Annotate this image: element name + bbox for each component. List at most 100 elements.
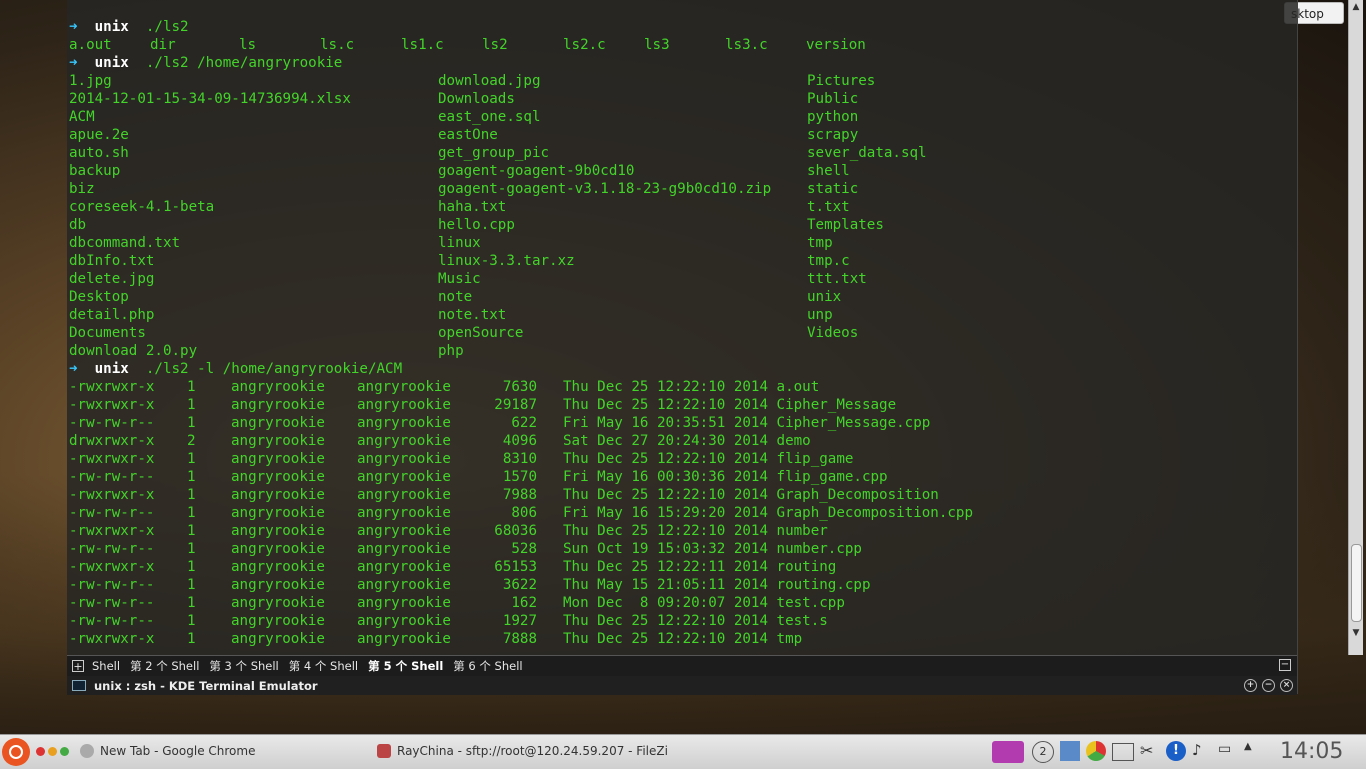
file-permissions: -rw-rw-r-- [69, 541, 155, 557]
file-date: Thu Dec 25 12:22:10 2014 [563, 397, 768, 413]
file-entry: version [806, 37, 866, 53]
close-window-icon[interactable]: × [1280, 679, 1293, 692]
file-permissions: -rwxrwxr-x [69, 523, 155, 539]
file-name: Cipher_Message [776, 397, 897, 413]
workspace-switcher-icon[interactable] [992, 741, 1024, 763]
file-date: Thu Dec 25 12:22:10 2014 [563, 523, 768, 539]
long-listing-row: -rwxrwxr-x 1 angryrookie angryrookie 29187 Th… [69, 396, 1279, 414]
file-size: 1927 [502, 613, 537, 629]
keyboard-icon[interactable] [1112, 743, 1134, 761]
file-entry: note [438, 289, 473, 305]
terminal-tab-bar: + Shell 第 2 个 Shell 第 3 个 Shell 第 4 个 Shell… [67, 655, 1297, 676]
ubuntu-menu-icon[interactable] [2, 738, 30, 766]
file-owner: angryrookie [231, 379, 325, 395]
link-count: 1 [187, 631, 196, 647]
close-tab-icon[interactable]: − [1279, 659, 1291, 671]
link-count: 1 [187, 397, 196, 413]
listing-row: Documents openSource Videos [69, 324, 1279, 342]
prompt-line: ➜ unix ./ls2 /home/angryrookie [69, 54, 1279, 72]
terminal-tab[interactable]: 第 2 个 Shell [130, 658, 199, 674]
file-owner: angryrookie [231, 469, 325, 485]
file-owner: angryrookie [231, 415, 325, 431]
file-entry: ls [239, 37, 257, 53]
file-group: angryrookie [357, 631, 451, 647]
volume-icon[interactable]: ♪ [1192, 741, 1212, 763]
input-method-icon[interactable]: 2 [1032, 741, 1054, 763]
new-tab-icon[interactable]: + [72, 660, 84, 672]
file-entry [807, 342, 1107, 360]
file-entry: sever_data.sql [807, 145, 927, 161]
file-owner: angryrookie [231, 433, 325, 449]
terminal-tab[interactable]: 第 4 个 Shell [289, 658, 358, 674]
notification-icon[interactable]: ! [1166, 741, 1186, 761]
file-entry: Videos [807, 325, 859, 341]
link-count: 1 [187, 613, 196, 629]
network-icon[interactable] [1060, 741, 1080, 761]
tray-expand-icon[interactable]: ▲ [1244, 741, 1256, 763]
file-entry: ls1.c [401, 37, 444, 53]
file-entry: ls2 [482, 37, 508, 53]
file-name: routing [776, 559, 837, 575]
scroll-down-icon[interactable]: ▼ [1349, 626, 1363, 640]
file-entry: linux-3.3.tar.xz [438, 253, 575, 269]
prompt-arrow-icon: ➜ [69, 19, 95, 35]
window-titlebar[interactable]: unix : zsh - KDE Terminal Emulator + − × [67, 676, 1297, 695]
maximize-icon[interactable]: + [1244, 679, 1257, 692]
scroll-up-icon[interactable]: ▲ [1349, 0, 1363, 14]
scrollbar-thumb[interactable] [1351, 544, 1362, 622]
file-permissions: -rwxrwxr-x [69, 559, 155, 575]
terminal-tab[interactable]: 第 6 个 Shell [453, 658, 522, 674]
file-size: 65153 [494, 559, 537, 575]
file-group: angryrookie [357, 415, 451, 431]
clock[interactable]: 14:05 [1280, 739, 1343, 764]
listing-row: coreseek-4.1-beta haha.txt t.txt [69, 198, 1279, 216]
terminal-output[interactable]: ➜ unix ./ls2 a.out dir ls ls.c ls1.c ls2 ls2.c l… [69, 18, 1279, 654]
task-chrome[interactable]: New Tab - Google Chrome [80, 744, 255, 758]
file-entry: ttt.txt [807, 271, 867, 287]
long-listing-row: -rwxrwxr-x 1 angryrookie angryrookie 65153 Th… [69, 558, 1279, 576]
prompt-command: ./ls2 [128, 19, 189, 35]
link-count: 1 [187, 487, 196, 503]
orange-dot-icon[interactable] [48, 747, 57, 756]
file-group: angryrookie [357, 613, 451, 629]
display-icon[interactable]: ▭ [1218, 741, 1238, 763]
listing-row: delete.jpg Music ttt.txt [69, 270, 1279, 288]
file-name: routing.cpp [776, 577, 871, 593]
file-name: flip_game [776, 451, 854, 467]
file-name: flip_game.cpp [776, 469, 888, 485]
terminal-tab[interactable]: 第 3 个 Shell [209, 658, 278, 674]
terminal-tab[interactable]: Shell [92, 659, 120, 673]
chrome-tray-icon[interactable] [1086, 741, 1106, 761]
scissors-icon[interactable]: ✂ [1140, 741, 1160, 763]
file-entry: download 2.0.py [69, 343, 198, 359]
terminal-window[interactable]: ➜ unix ./ls2 a.out dir ls ls.c ls1.c ls2 ls2.c l… [67, 0, 1363, 694]
green-dot-icon[interactable] [60, 747, 69, 756]
file-entry: hello.cpp [438, 217, 515, 233]
file-group: angryrookie [357, 505, 451, 521]
file-size: 7630 [502, 379, 537, 395]
terminal-tab[interactable]: 第 5 个 Shell [368, 658, 443, 674]
file-group: angryrookie [357, 541, 451, 557]
minimize-icon[interactable]: − [1262, 679, 1275, 692]
file-size: 68036 [494, 523, 537, 539]
listing-row: biz goagent-goagent-v3.1.18-23-g9b0cd10.z… [69, 180, 1279, 198]
red-dot-icon[interactable] [36, 747, 45, 756]
file-entry: tmp [807, 235, 833, 251]
link-count: 2 [187, 433, 196, 449]
file-entry: delete.jpg [69, 271, 155, 287]
file-name: demo [776, 433, 811, 449]
file-size: 4096 [502, 433, 537, 449]
listing-row: Desktop note unix [69, 288, 1279, 306]
file-name: number [776, 523, 828, 539]
task-filezilla[interactable]: RayChina - sftp://root@120.24.59.207 - F… [377, 744, 668, 758]
terminal-scrollbar[interactable]: ▲ ▼ [1348, 0, 1363, 655]
long-listing-row: -rw-rw-r-- 1 angryrookie angryrookie 622 Fri … [69, 414, 1279, 432]
file-date: Fri May 16 00:30:36 2014 [563, 469, 768, 485]
file-entry: detail.php [69, 307, 155, 323]
long-listing-row: -rwxrwxr-x 1 angryrookie angryrookie 7888 Thu… [69, 630, 1279, 648]
file-entry: goagent-goagent-9b0cd10 [438, 163, 635, 179]
